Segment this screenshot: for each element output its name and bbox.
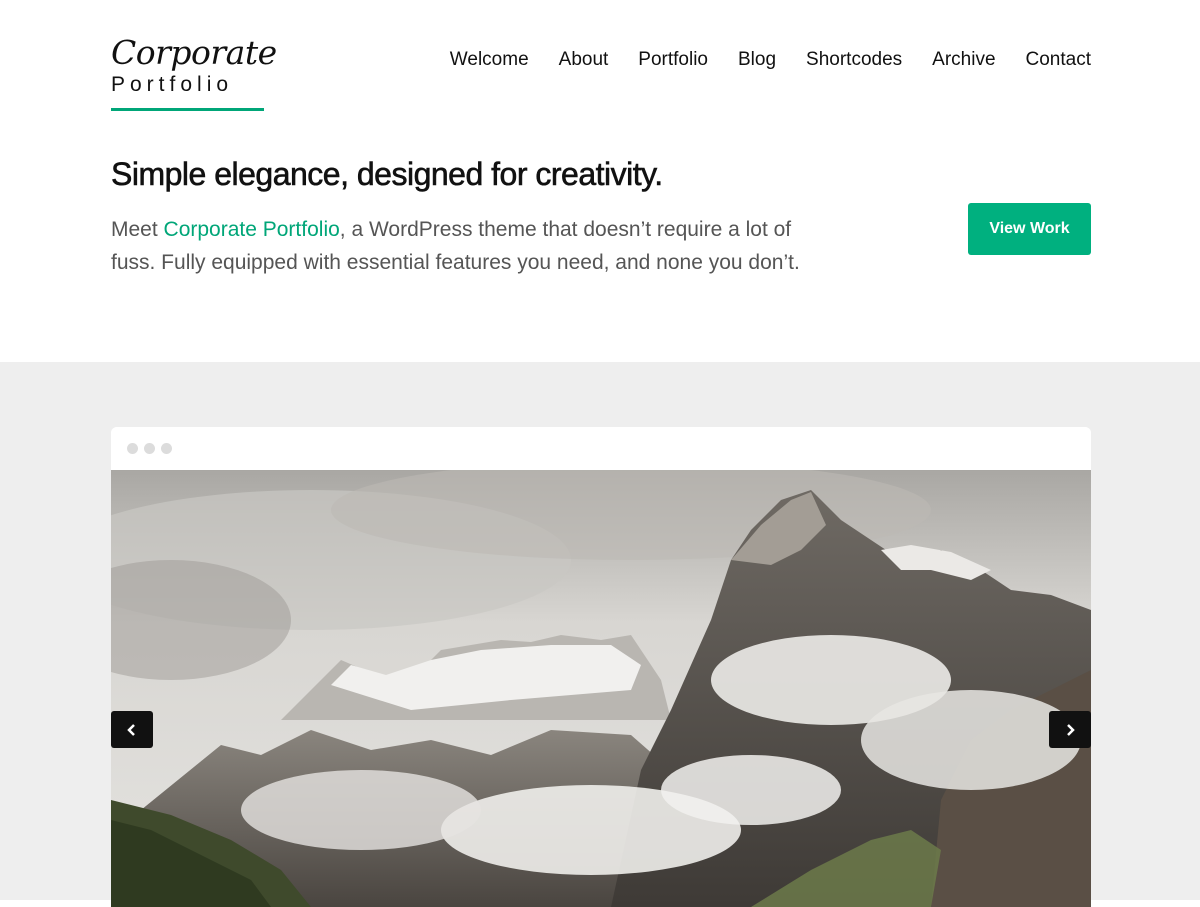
nav-about[interactable]: About (559, 48, 609, 72)
site-header: Corporate Portfolio Welcome About Portfo… (0, 0, 1200, 363)
hero-title: Simple elegance, designed for creativity… (111, 156, 664, 193)
nav-contact[interactable]: Contact (1026, 48, 1091, 72)
slider-next-button[interactable] (1049, 711, 1091, 748)
nav-portfolio[interactable]: Portfolio (638, 48, 708, 72)
chevron-right-icon (1067, 723, 1075, 736)
window-dot-icon (144, 443, 155, 454)
nav-blog[interactable]: Blog (738, 48, 776, 72)
slider-prev-button[interactable] (111, 711, 153, 748)
chevron-left-icon (127, 723, 135, 736)
browser-frame (111, 427, 1091, 907)
hero-brand-link[interactable]: Corporate Portfolio (164, 218, 340, 241)
view-work-button[interactable]: View Work (968, 203, 1091, 255)
browser-frame-bar (111, 427, 1091, 470)
nav-welcome[interactable]: Welcome (450, 48, 529, 72)
nav-shortcodes[interactable]: Shortcodes (806, 48, 902, 72)
window-dot-icon (161, 443, 172, 454)
showcase-section (0, 362, 1200, 907)
mountain-landscape-image (111, 470, 1091, 907)
logo-script-text: Corporate (111, 33, 277, 72)
window-dot-icon (127, 443, 138, 454)
hero-description: Meet Corporate Portfolio, a WordPress th… (111, 213, 811, 279)
hero-text-before: Meet (111, 218, 164, 241)
logo-sub-text: Portfolio (111, 73, 234, 96)
nav-archive[interactable]: Archive (932, 48, 995, 72)
main-nav: Welcome About Portfolio Blog Shortcodes … (450, 48, 1091, 72)
logo-underline (111, 108, 264, 111)
site-logo[interactable]: Corporate Portfolio (111, 33, 277, 111)
slider-image (111, 470, 1091, 907)
